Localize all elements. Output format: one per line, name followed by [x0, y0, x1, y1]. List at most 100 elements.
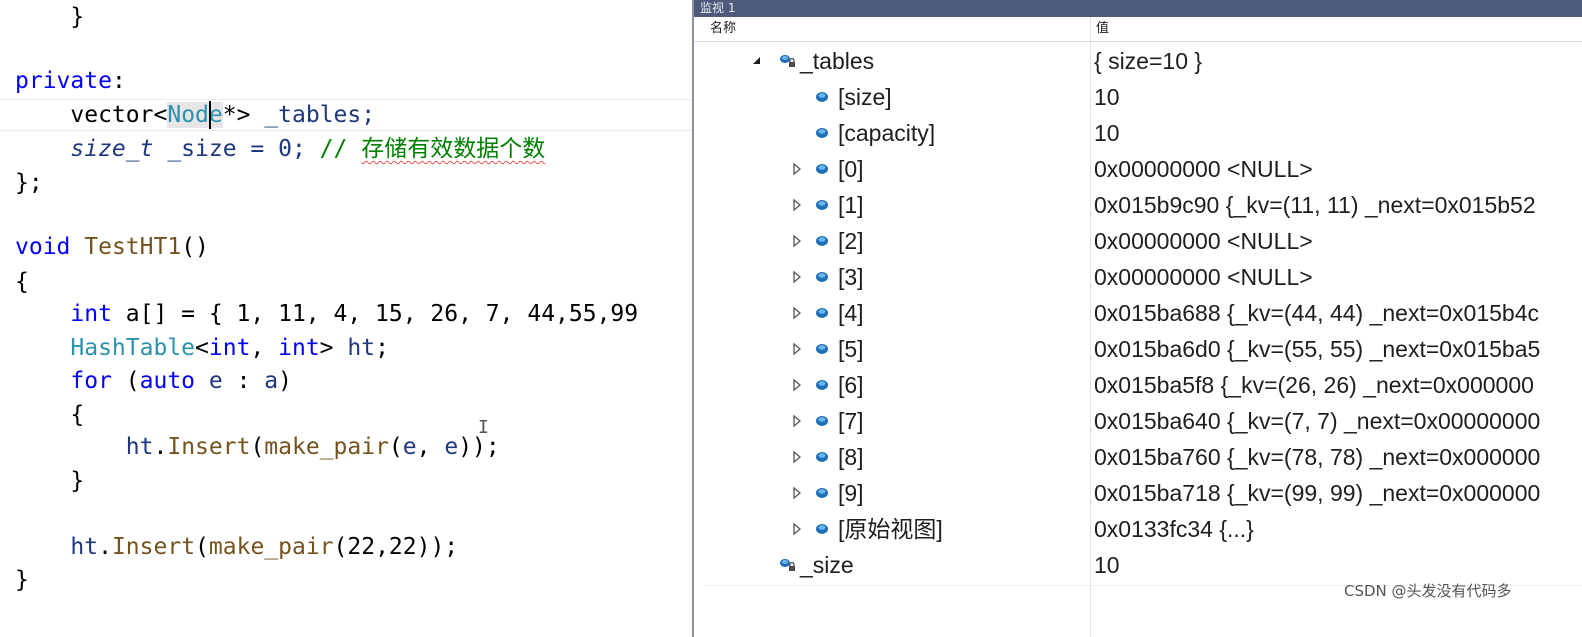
watch-row-value[interactable]: 10 [1094, 115, 1120, 151]
watch-row[interactable]: [8] 0x015ba760 {_kv=(78, 78) _next=0x0000… [694, 439, 1582, 475]
code-token: : [222, 368, 265, 394]
code-token-keyword: int [278, 335, 320, 361]
watch-row[interactable]: [7] 0x015ba640 {_kv=(7, 7) _next=0x000000… [694, 403, 1582, 439]
code-token: { [15, 269, 29, 295]
watch-row[interactable]: [size] 10 [694, 79, 1582, 115]
watch-row[interactable]: [9] 0x015ba718 {_kv=(99, 99) _next=0x0000… [694, 475, 1582, 511]
watch-row-name: [9] [838, 480, 864, 506]
watch-row[interactable]: _tables { size=10 } [694, 43, 1582, 79]
triangle-right-icon[interactable] [789, 449, 805, 465]
watch-row-value[interactable]: 0x00000000 <NULL> [1094, 223, 1313, 259]
watch-row-name: [0] [838, 156, 864, 182]
watch-row[interactable]: _size 10 [694, 547, 1582, 583]
triangle-right-icon[interactable] [789, 413, 805, 429]
watch-row-value[interactable]: { size=10 } [1094, 43, 1202, 79]
watch-row-value[interactable]: 0x015b9c90 {_kv=(11, 11) _next=0x015b52 [1094, 187, 1536, 223]
code-token: : [111, 68, 126, 94]
field-icon [816, 128, 828, 138]
triangle-right-icon[interactable] [789, 341, 805, 357]
watch-row-value[interactable]: 0x015ba718 {_kv=(99, 99) _next=0x000000 [1094, 475, 1540, 511]
code-token: e [444, 434, 459, 460]
triangle-right-icon[interactable] [789, 197, 805, 213]
watch-row-name: _tables [800, 48, 875, 74]
triangle-right-icon[interactable] [789, 377, 805, 393]
code-token: } [15, 567, 29, 593]
watch-row-name: [原始视图] [838, 516, 943, 542]
code-token-function: make_pair [264, 434, 389, 460]
field-icon [816, 92, 828, 102]
watch-row-name: [5] [838, 336, 864, 362]
code-token: ht [347, 335, 376, 361]
watch-row-value[interactable]: 0x015ba6d0 {_kv=(55, 55) _next=0x015ba5 [1094, 331, 1540, 367]
code-token: ht [70, 534, 99, 560]
triangle-down-icon[interactable] [749, 53, 765, 69]
watch-row[interactable]: [4] 0x015ba688 {_kv=(44, 44) _next=0x015b… [694, 295, 1582, 331]
code-token-keyword: void [15, 234, 71, 260]
triangle-right-icon[interactable] [789, 269, 805, 285]
watch-row-value[interactable]: 10 [1094, 547, 1120, 583]
watch-row-value[interactable]: 0x015ba688 {_kv=(44, 44) _next=0x015b4c [1094, 295, 1539, 331]
field-icon [816, 416, 828, 426]
text-caret [209, 101, 211, 129]
code-line: { [15, 265, 29, 299]
field-icon [816, 380, 828, 390]
watch-row[interactable]: [2] 0x00000000 <NULL> [694, 223, 1582, 259]
watch-row-name: [2] [838, 228, 864, 254]
code-line: ht.Insert(make_pair(22,22)); [15, 530, 458, 564]
triangle-right-icon[interactable] [789, 161, 805, 177]
watch-row[interactable]: [6] 0x015ba5f8 {_kv=(26, 26) _next=0x0000… [694, 367, 1582, 403]
mouse-ibeam-icon: I [478, 417, 489, 438]
field-icon [816, 272, 828, 282]
triangle-right-icon[interactable] [789, 485, 805, 501]
code-line: int a[] = { 1, 11, 4, 15, 26, 7, 44,55,9… [15, 297, 638, 331]
code-line: size_t _size = 0; // 存储有效数据个数 [15, 132, 545, 166]
watch-row[interactable]: [原始视图] 0x0133fc34 {...} [694, 511, 1582, 547]
watch-row-name: [3] [838, 264, 864, 290]
code-token: e [402, 434, 417, 460]
triangle-right-icon[interactable] [789, 233, 805, 249]
watch-row-value[interactable]: 0x015ba760 {_kv=(78, 78) _next=0x000000 [1094, 439, 1540, 475]
triangle-right-icon[interactable] [789, 521, 805, 537]
watch-row-name: [size] [838, 84, 892, 110]
watch-row-name: [capacity] [838, 120, 936, 146]
watch-row[interactable]: [3] 0x00000000 <NULL> [694, 259, 1582, 295]
watch-row-value[interactable]: 0x00000000 <NULL> [1094, 259, 1313, 295]
code-line: { [15, 398, 84, 432]
code-token-keyword: int [70, 301, 112, 327]
watch-row-value[interactable]: 0x00000000 <NULL> [1094, 151, 1313, 187]
code-token: ( [195, 534, 209, 560]
watch-row[interactable]: [capacity] 10 [694, 115, 1582, 151]
watch-row[interactable]: [5] 0x015ba6d0 {_kv=(55, 55) _next=0x015b… [694, 331, 1582, 367]
code-line: void TestHT1() [15, 230, 209, 264]
watch-window-title[interactable]: 监视 1 [694, 0, 1582, 17]
code-token: ( [111, 368, 140, 394]
code-token-type: HashTable [70, 335, 196, 361]
watch-row-name: [7] [838, 408, 864, 434]
watch-header: 名称 值 [694, 17, 1582, 42]
code-token: ; [375, 335, 389, 361]
watch-row-value[interactable]: 0x015ba640 {_kv=(7, 7) _next=0x00000000 [1094, 403, 1540, 439]
code-editor[interactable]: } private: vector<Node*> _tables; size_t… [0, 0, 700, 637]
code-line: } [15, 464, 84, 498]
watch-row[interactable]: [0] 0x00000000 <NULL> [694, 151, 1582, 187]
watch-row-name: [4] [838, 300, 864, 326]
code-token-function: make_pair [208, 534, 334, 560]
code-token: *> [222, 102, 251, 128]
triangle-right-icon[interactable] [789, 305, 805, 321]
watch-window[interactable]: 监视 1 名称 值 _tables{ size=10 } [size] 10 [cap… [692, 0, 1582, 637]
code-token: } [70, 4, 85, 30]
watch-row-name: _size [800, 552, 854, 578]
column-header-name[interactable]: 名称 [710, 17, 736, 41]
code-token-type: Node [167, 102, 223, 128]
code-token: ht [125, 434, 154, 460]
column-header-value[interactable]: 值 [1096, 17, 1109, 41]
code-token-keyword: for [70, 368, 112, 394]
watch-row-value[interactable]: 0x015ba5f8 {_kv=(26, 26) _next=0x000000 [1094, 367, 1534, 403]
watch-row[interactable]: [1] 0x015b9c90 {_kv=(11, 11) _next=0x015b… [694, 187, 1582, 223]
code-token-function: Insert [111, 534, 196, 560]
code-token: , [416, 434, 445, 460]
field-icon [816, 308, 828, 318]
watch-row-value[interactable]: 0x0133fc34 {...} [1094, 511, 1254, 547]
watch-row-value[interactable]: 10 [1094, 79, 1120, 115]
code-token: , [250, 335, 279, 361]
